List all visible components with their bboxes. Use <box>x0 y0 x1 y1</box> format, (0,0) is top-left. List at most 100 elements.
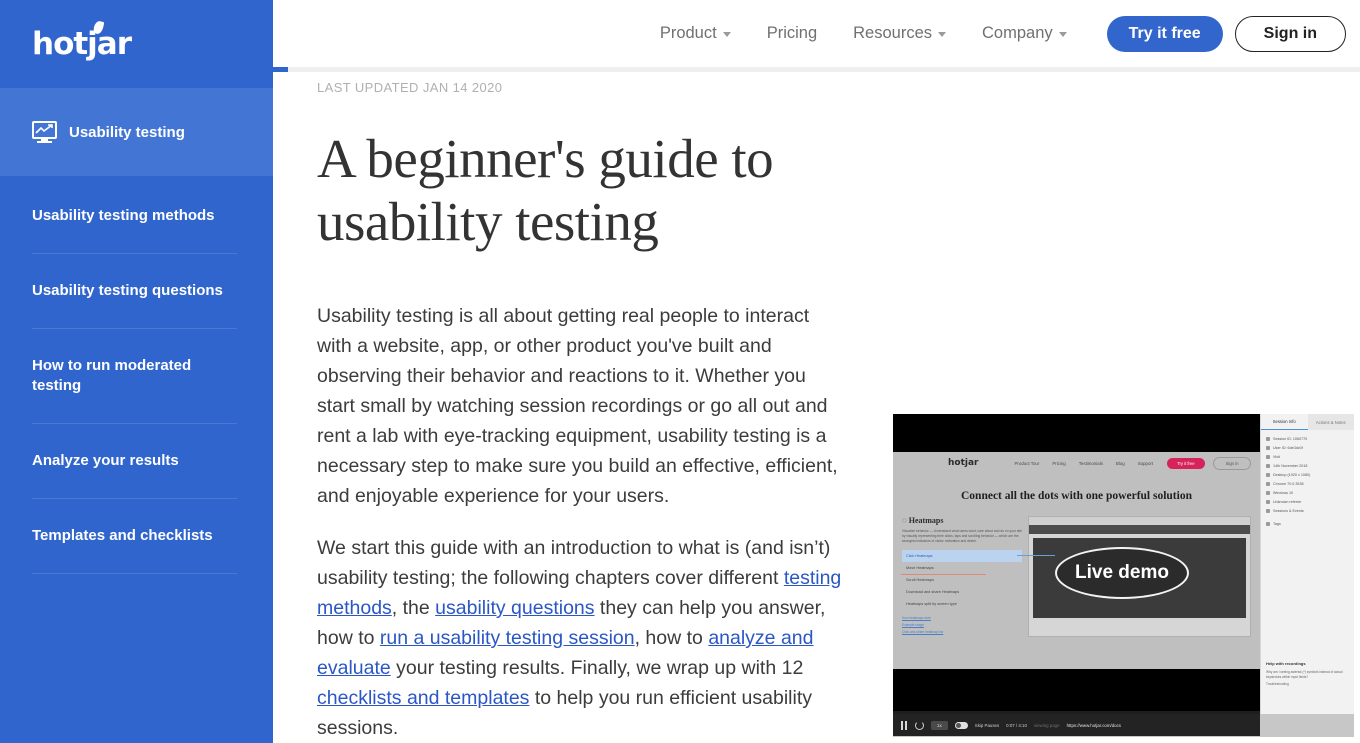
sidebar-logo[interactable]: hotjar <box>0 0 273 88</box>
demo-session-panel: Session Info Actions & Notes Session ID:… <box>1260 414 1354 714</box>
chevron-down-icon <box>938 32 947 37</box>
demo-session-row: 14th November 2018 <box>1266 464 1349 468</box>
nav-links: Product Pricing Resources Company Try it… <box>642 15 1346 52</box>
demo-tags-row: Tags <box>1266 522 1349 526</box>
demo-sublink-3: Click-and-share heatmap link <box>902 630 944 634</box>
demo-session-row: Session ID: 1060770 <box>1266 437 1349 441</box>
pause-icon[interactable] <box>901 720 908 730</box>
skip-pauses-toggle[interactable] <box>954 721 968 729</box>
sidebar-item-questions[interactable]: Usability testing questions <box>32 254 237 329</box>
article-content: LAST UPDATED JAN 14 2020 A beginner's gu… <box>317 80 845 743</box>
nav-item-product[interactable]: Product <box>642 24 749 43</box>
demo-list-item-click: Click Heatmaps <box>902 550 1022 562</box>
nav-divider <box>273 67 1360 72</box>
demo-menu-pricing: Pricing <box>1052 460 1066 466</box>
referrer-icon <box>1266 500 1270 504</box>
user-icon <box>1266 446 1270 450</box>
demo-left-column: ◌ Heatmaps Visualize behavior — Understa… <box>902 516 1022 637</box>
demo-hero-heading: Connect all the dots with one powerful s… <box>961 490 1192 502</box>
demo-browser-chrome <box>1029 517 1250 525</box>
demo-session-row: Chrome 70.0.3538 <box>1266 482 1349 486</box>
demo-menu-support: Support <box>1137 460 1154 466</box>
try-it-free-button[interactable]: Try it free <box>1106 15 1223 52</box>
demo-app-toolbar <box>1029 525 1250 534</box>
video-letterbox-top <box>893 414 1260 452</box>
demo-sublink-2: Example usage <box>902 623 924 627</box>
chevron-down-icon <box>1058 32 1067 37</box>
p2-text-2: , the <box>391 597 436 619</box>
demo-list-item-download: Download and share Heatmaps <box>906 590 960 594</box>
last-updated-label: LAST UPDATED JAN 14 2020 <box>317 80 503 95</box>
demo-sign-in-button: Sign in <box>1212 456 1252 470</box>
demo-help-row-1: Why am I seeing asterisk (*) symbols ins… <box>1266 670 1343 679</box>
windows-icon <box>1266 491 1270 495</box>
demo-menu-product-tour: Product Tour <box>1014 460 1040 466</box>
demo-session-row: Windows 10 <box>1266 491 1349 495</box>
video-letterbox-bottom <box>893 669 1260 714</box>
demo-sublink-1: How heatmaps work <box>902 616 931 620</box>
logo-text: hotjar <box>32 25 132 62</box>
demo-help-section: Help with recordings Why am I seeing ast… <box>1261 656 1354 695</box>
browser-icon <box>1266 482 1270 486</box>
tag-icon <box>1266 522 1270 526</box>
demo-session-row-text: Unknown referrer <box>1273 500 1302 504</box>
nav-item-pricing-label: Pricing <box>766 24 818 42</box>
demo-session-row-text: Visit <box>1273 455 1280 459</box>
demo-inner-menu: Product Tour Pricing Testimonials Blog S… <box>1015 461 1154 466</box>
session-icon <box>1266 437 1270 441</box>
demo-session-row-text: Desktop (1920 x 1080) <box>1273 473 1311 477</box>
demo-list-item-scroll: Scroll Heatmaps <box>906 578 934 582</box>
demo-sublinks: How heatmaps work Example usage Click-an… <box>902 616 1022 634</box>
link-run-session[interactable]: run a usability testing session <box>380 627 635 649</box>
sidebar-item-analyze[interactable]: Analyze your results <box>32 424 237 499</box>
nav-item-company[interactable]: Company <box>964 24 1085 43</box>
article-paragraph-2: We start this guide with an introduction… <box>317 533 845 743</box>
nav-item-resources-label: Resources <box>853 24 933 42</box>
demo-list-item-split: Heatmaps split by screen type <box>906 602 957 606</box>
chevron-down-icon <box>722 32 731 37</box>
nav-item-resources[interactable]: Resources <box>835 24 964 43</box>
skip-pauses-label: Skip Pauses <box>974 722 1000 728</box>
demo-logo: hotjar <box>948 458 979 468</box>
p2-text-5: your testing results. Finally, we wrap u… <box>390 657 804 679</box>
demo-panel-tabs: Session Info Actions & Notes <box>1261 414 1354 430</box>
sidebar-item-methods[interactable]: Usability testing methods <box>32 176 237 254</box>
demo-try-it-free-button: Try it free <box>1167 457 1205 469</box>
demo-session-row: Visit <box>1266 455 1349 459</box>
live-demo-overlay-button[interactable]: Live demo <box>1055 547 1189 599</box>
demo-session-rows: Session ID: 1060770 User ID: 6de3dc0f Vi… <box>1261 430 1354 538</box>
link-checklists-templates[interactable]: checklists and templates <box>317 687 529 709</box>
nav-item-company-label: Company <box>982 24 1053 42</box>
video-timestamp: 0:07 / 4:10 <box>1006 722 1027 728</box>
sidebar: hotjar Usability testing Usability testi… <box>0 0 273 743</box>
link-usability-questions[interactable]: usability questions <box>435 597 594 619</box>
desktop-icon <box>1266 473 1270 477</box>
demo-tags-label: Tags <box>1273 522 1281 526</box>
demo-session-row: Unknown referrer <box>1266 500 1349 504</box>
p2-text-1: We start this guide with an introduction… <box>317 537 831 589</box>
playback-speed-button[interactable]: 1x <box>931 720 948 730</box>
rewind-icon[interactable] <box>915 720 924 730</box>
demo-help-row-2: Troubleshooting <box>1266 682 1289 687</box>
page-title: A beginner's guide to usability testing <box>317 128 774 252</box>
demo-session-row: Sessions & Events <box>1266 509 1349 513</box>
sign-in-button[interactable]: Sign in <box>1234 15 1346 52</box>
monitor-chart-icon <box>32 121 57 143</box>
demo-session-row: Desktop (1920 x 1080) <box>1266 473 1349 477</box>
sidebar-active-label: Usability testing <box>69 123 185 141</box>
article-paragraph-1: Usability testing is all about getting r… <box>317 305 838 507</box>
reading-progress-bar <box>273 67 288 72</box>
sidebar-item-moderated[interactable]: How to run moderated testing <box>32 329 237 424</box>
sidebar-item-templates[interactable]: Templates and checklists <box>32 499 237 574</box>
demo-session-row-text: Windows 10 <box>1273 491 1294 495</box>
annotation-blue-arrow <box>1017 555 1055 556</box>
demo-help-title: Help with recordings <box>1266 661 1306 666</box>
sidebar-nav: Usability testing methods Usability test… <box>0 176 273 574</box>
nav-item-pricing[interactable]: Pricing <box>749 24 835 43</box>
page-root: hotjar Usability testing Usability testi… <box>0 0 1360 743</box>
demo-list-item-move: Move Heatmaps <box>906 566 934 570</box>
demo-section-title-text: Heatmaps <box>908 516 944 525</box>
current-page-url: https://www.hotjar.com/docs <box>1066 722 1121 728</box>
sidebar-item-usability-testing[interactable]: Usability testing <box>0 88 273 176</box>
viewing-page-label: viewing page <box>1033 722 1060 728</box>
